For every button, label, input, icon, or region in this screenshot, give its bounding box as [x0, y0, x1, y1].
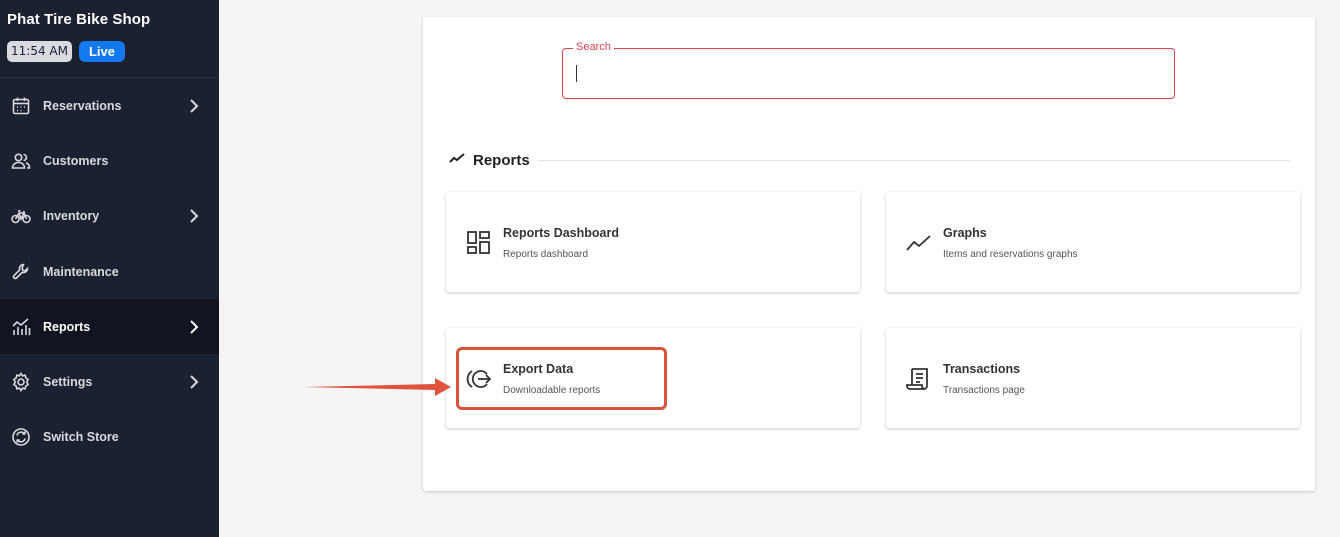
tile-subtitle: Downloadable reports: [503, 385, 601, 396]
sidebar-item-settings[interactable]: Settings: [0, 354, 219, 409]
bicycle-icon: [11, 206, 31, 226]
reports-section-header: Reports: [449, 150, 1290, 170]
tile-reports-dashboard[interactable]: Reports Dashboard Reports dashboard: [446, 192, 860, 292]
export-icon: [466, 366, 492, 392]
tile-subtitle: Reports dashboard: [503, 249, 589, 260]
search-input[interactable]: [575, 57, 1165, 89]
sidebar-item-label: Inventory: [43, 209, 100, 224]
tile-title: Transactions: [943, 362, 1021, 376]
trend-icon: [906, 230, 932, 256]
tile-graphs[interactable]: Graphs Items and reservations graphs: [886, 192, 1300, 292]
sidebar: Phat Tire Bike Shop 11:54 AM Live Reserv…: [0, 0, 219, 537]
sidebar-item-label: Switch Store: [43, 430, 119, 445]
dashboard-icon: [466, 230, 492, 256]
sidebar-item-label: Reports: [43, 319, 91, 334]
live-badge[interactable]: Live: [78, 41, 125, 62]
pointer-arrow-icon: [303, 378, 451, 396]
chevron-right-icon: [189, 375, 199, 389]
tile-transactions[interactable]: Transactions Transactions page: [886, 328, 1300, 428]
sidebar-item-switch-store[interactable]: Switch Store: [0, 410, 219, 465]
status-row: 11:54 AM Live: [7, 41, 125, 62]
tile-subtitle: Items and reservations graphs: [943, 249, 1078, 260]
sidebar-item-reservations[interactable]: Reservations: [0, 78, 219, 133]
sidebar-item-label: Customers: [43, 153, 109, 168]
switch-icon: [11, 427, 31, 447]
tile-title: Graphs: [943, 226, 987, 240]
sidebar-item-inventory[interactable]: Inventory: [0, 189, 219, 244]
trend-icon: [449, 150, 465, 171]
sidebar-item-label: Settings: [43, 375, 93, 390]
brand-name: Phat Tire Bike Shop: [7, 11, 151, 28]
search-field[interactable]: Search: [562, 41, 1175, 99]
sidebar-nav: Reservations Customers Inventory Mainten…: [0, 78, 219, 465]
chevron-right-icon: [189, 98, 199, 113]
sidebar-item-label: Reservations: [43, 98, 122, 113]
sidebar-item-label: Maintenance: [43, 264, 119, 279]
sidebar-item-customers[interactable]: Customers: [0, 133, 219, 188]
tile-export-data[interactable]: Export Data Downloadable reports: [446, 328, 860, 428]
calendar-icon: [11, 96, 31, 116]
text-caret: [576, 65, 577, 82]
gear-icon: [11, 372, 31, 393]
section-title: Reports: [473, 151, 530, 169]
tile-title: Reports Dashboard: [503, 226, 619, 240]
wrench-icon: [11, 262, 31, 282]
chevron-right-icon: [189, 209, 199, 223]
chart-icon: [11, 317, 31, 337]
sidebar-item-maintenance[interactable]: Maintenance: [0, 244, 219, 299]
chevron-right-icon: [189, 320, 199, 334]
users-icon: [11, 151, 31, 171]
clock-badge: 11:54 AM: [7, 41, 72, 62]
section-divider: [537, 159, 1290, 161]
tile-subtitle: Transactions page: [943, 385, 1025, 396]
sidebar-item-reports[interactable]: Reports: [0, 299, 219, 355]
tile-title: Export Data: [503, 362, 574, 376]
search-label: Search: [573, 41, 614, 53]
receipt-icon: [906, 366, 932, 392]
